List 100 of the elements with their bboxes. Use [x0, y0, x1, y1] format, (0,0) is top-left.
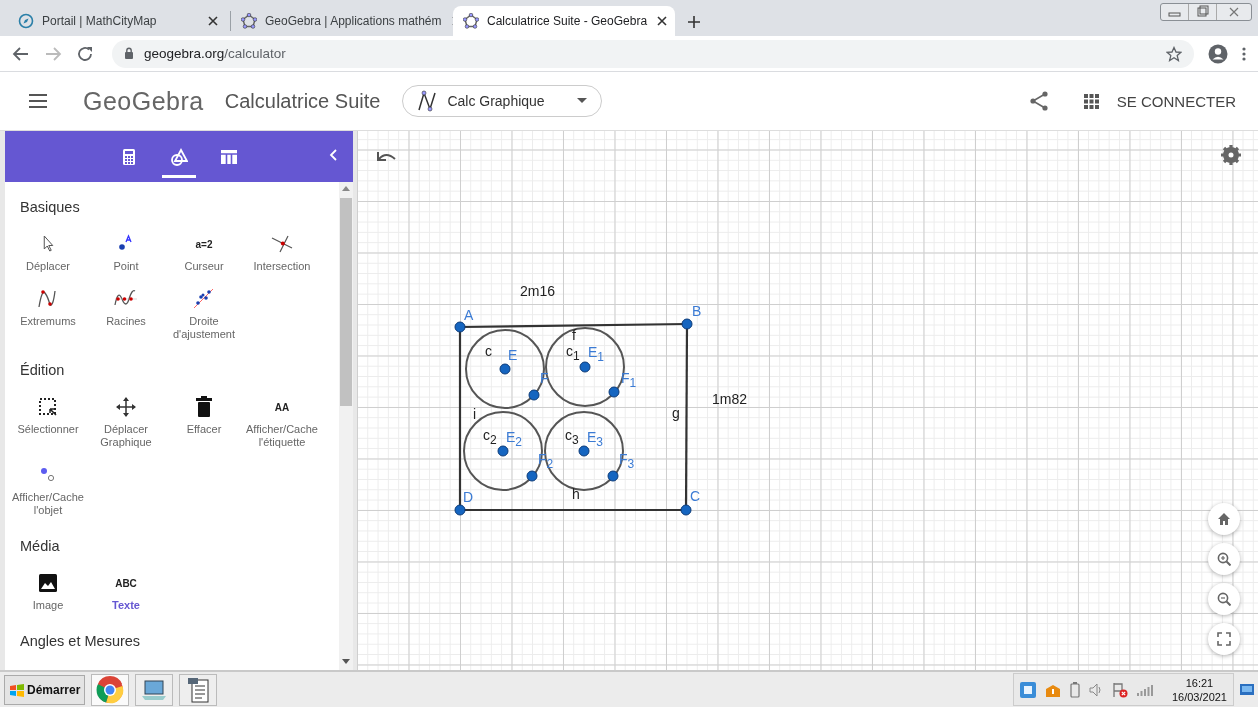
object-label: c$_{3}$: [565, 427, 579, 446]
tool-button[interactable]: Droite d'ajustement: [165, 287, 243, 341]
tool-button[interactable]: Effacer: [165, 395, 243, 449]
show-desktop-icon[interactable]: [1240, 682, 1254, 697]
point[interactable]: [579, 361, 591, 373]
tool-button[interactable]: AA Afficher/Cache l'étiquette: [243, 395, 321, 449]
point-label: D: [463, 489, 474, 505]
taskbar-app[interactable]: [91, 673, 130, 706]
lock-icon: [124, 47, 134, 60]
clock-date: 16/03/2021: [1171, 689, 1227, 704]
calculator-icon: [120, 148, 138, 166]
point-label: F$_{1}$: [621, 370, 637, 389]
reload-icon[interactable]: [76, 44, 94, 63]
more-icon[interactable]: [1242, 45, 1246, 62]
point[interactable]: [680, 504, 692, 516]
scrollbar-thumb[interactable]: [340, 198, 352, 406]
measurement-text: 2m16: [520, 283, 556, 299]
profile-icon[interactable]: [1208, 43, 1228, 64]
move-arrows-icon: [114, 395, 138, 419]
fit-line-icon: [192, 287, 216, 311]
collapse-icon[interactable]: [329, 149, 337, 161]
app-title: Calculatrice Suite: [224, 89, 381, 113]
pentagon-icon: [241, 13, 257, 29]
tool-button[interactable]: Sélectionner: [9, 395, 87, 449]
tool-button[interactable]: a=2 Curseur: [165, 232, 243, 273]
network-tool-icon[interactable]: [1019, 681, 1036, 698]
tool-button[interactable]: Déplacer Graphique: [87, 395, 165, 449]
section-heading: Basiques: [20, 199, 80, 215]
point[interactable]: [454, 321, 466, 333]
menu-icon[interactable]: [29, 94, 47, 108]
battery-icon[interactable]: [1069, 681, 1080, 698]
chrome-icon: [96, 675, 125, 704]
app-switcher[interactable]: Calc Graphique: [402, 85, 603, 117]
tool-button[interactable]: Image: [9, 571, 87, 612]
point-label: B: [692, 303, 702, 319]
point-label: A: [464, 307, 474, 323]
browser-tab[interactable]: GeoGebra | Applications mathém: [231, 6, 453, 36]
home-button[interactable]: [1208, 503, 1240, 535]
geometry-icon: [170, 148, 188, 166]
close-icon[interactable]: [206, 14, 220, 28]
undo-icon[interactable]: [376, 150, 396, 162]
tool-button[interactable]: Point: [87, 232, 165, 273]
share-icon[interactable]: [1029, 91, 1048, 111]
home-icon: [1217, 512, 1231, 526]
tool-button[interactable]: Extremums: [9, 287, 87, 341]
taskbar-app[interactable]: [135, 673, 174, 706]
cursor-icon: [42, 235, 54, 252]
zoom-out-button[interactable]: [1208, 583, 1240, 615]
compass-icon: [18, 13, 34, 29]
fullscreen-icon: [1217, 632, 1231, 646]
scroll-up-icon[interactable]: [342, 186, 350, 191]
start-button[interactable]: Démarrer: [4, 674, 86, 705]
close-icon[interactable]: [655, 14, 670, 28]
tool-button[interactable]: Racines: [87, 287, 165, 341]
star-icon[interactable]: [1166, 45, 1182, 62]
point[interactable]: [608, 386, 620, 398]
address-field[interactable]: geogebra.org/calculator: [112, 39, 1194, 68]
document-icon: [186, 675, 211, 704]
scroll-down-icon[interactable]: [342, 659, 350, 664]
url-path: /calculator: [224, 46, 286, 61]
sign-in-button[interactable]: SE CONNECTER: [1116, 92, 1236, 110]
browser-tab[interactable]: Calculatrice Suite - GeoGebra: [453, 6, 675, 36]
tool-button[interactable]: Déplacer: [9, 232, 87, 273]
url-host: geogebra.org: [144, 46, 225, 61]
point[interactable]: [454, 504, 466, 516]
object-label: i: [473, 406, 477, 422]
fullscreen-button[interactable]: [1208, 623, 1240, 655]
apps-icon[interactable]: [1083, 93, 1099, 109]
tool-glyph: AA: [274, 400, 290, 415]
point[interactable]: [607, 470, 619, 482]
object-label: c$_{2}$: [483, 427, 497, 446]
tool-button[interactable]: Afficher/Cache l'objet: [9, 463, 87, 517]
point[interactable]: [499, 363, 511, 375]
point[interactable]: [681, 318, 693, 330]
tool-glyph: ABC: [115, 576, 137, 591]
back-icon[interactable]: [12, 44, 30, 63]
speaker-icon[interactable]: [1088, 681, 1103, 698]
graph-icon: [417, 90, 438, 112]
caret-icon: [577, 98, 588, 104]
point[interactable]: [497, 445, 509, 457]
scrollbar[interactable]: [339, 182, 353, 670]
section-heading: Média: [20, 538, 60, 554]
pentagon-icon: [463, 13, 479, 29]
browser-tab[interactable]: Portail | MathCityMap: [8, 6, 230, 36]
taskbar-app[interactable]: [179, 673, 218, 706]
point[interactable]: [526, 470, 538, 482]
point-label: C: [690, 488, 701, 504]
object-label: h: [572, 486, 580, 502]
zoom-in-button[interactable]: [1208, 543, 1240, 575]
object-label: c$_{1}$: [566, 343, 580, 362]
clock-time: 16:21: [1185, 675, 1214, 690]
object-label: f: [572, 327, 576, 343]
tool-button[interactable]: Intersection: [243, 232, 321, 273]
settings-icon[interactable]: [1221, 145, 1241, 165]
point[interactable]: [578, 445, 590, 457]
point[interactable]: [528, 389, 540, 401]
new-tab-icon[interactable]: [687, 15, 701, 29]
tool-button[interactable]: ABC Texte: [87, 571, 165, 612]
flag-error-icon[interactable]: [1111, 681, 1128, 698]
measurement-text: 1m82: [712, 391, 748, 407]
